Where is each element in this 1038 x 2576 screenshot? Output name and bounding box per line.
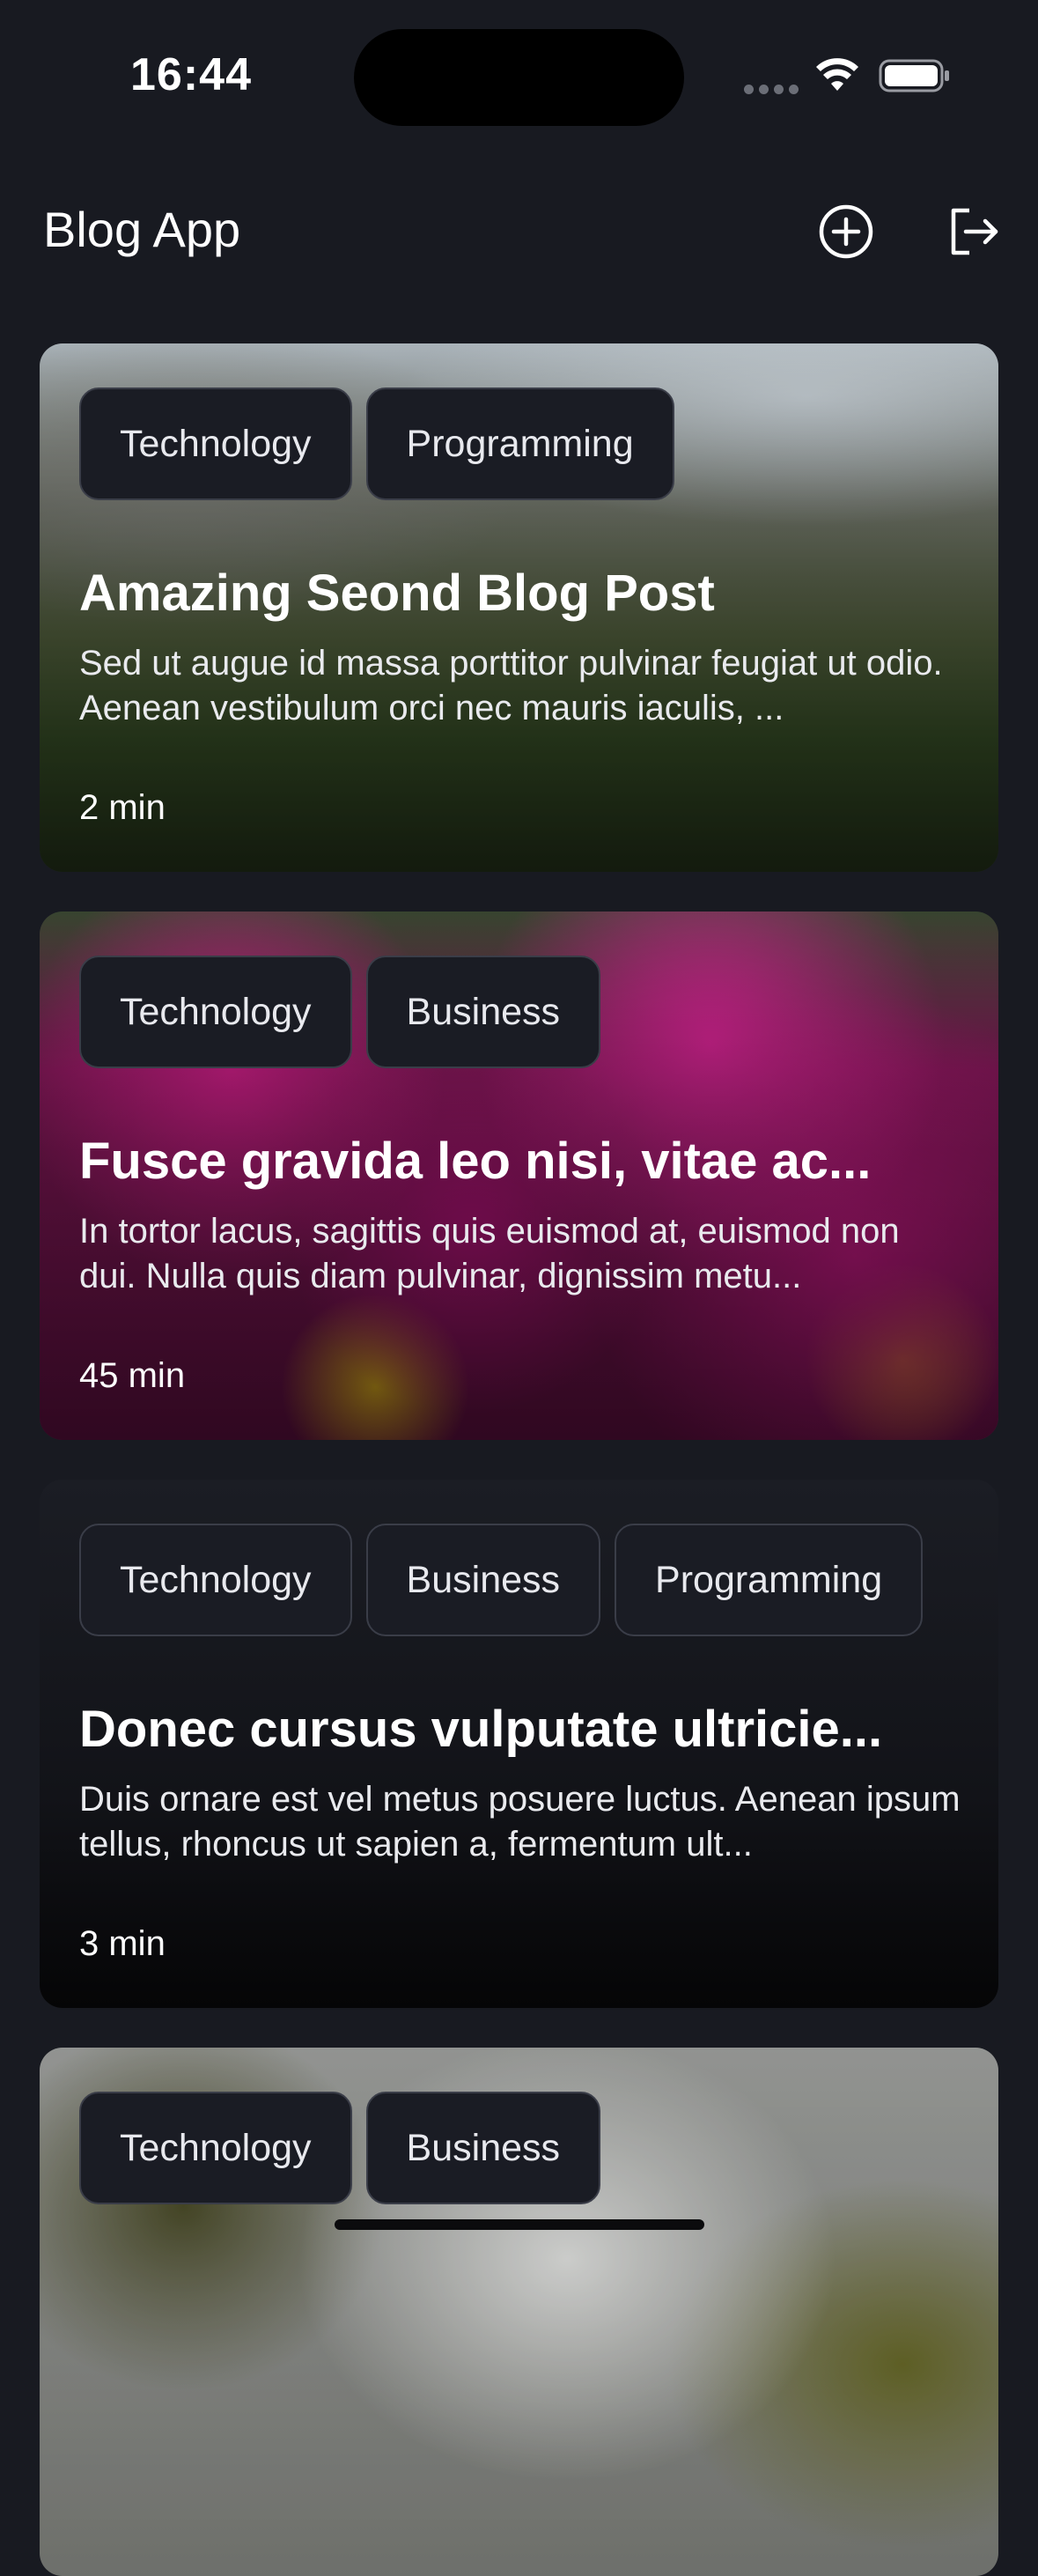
tag-chip[interactable]: Technology [79, 388, 352, 500]
blog-post-card[interactable]: Technology Programming Amazing Seond Blo… [40, 343, 998, 872]
tag-list: Technology Business Programming [79, 1524, 924, 1636]
blog-post-card[interactable]: Technology Business [40, 2048, 998, 2576]
post-title: Donec cursus vulputate ultricie... [79, 1701, 883, 1758]
dynamic-island [354, 29, 684, 126]
tag-chip[interactable]: Technology [79, 956, 352, 1068]
logout-icon [951, 208, 998, 255]
tag-chip[interactable]: Business [365, 956, 601, 1068]
wifi-icon [816, 58, 858, 91]
page-title: Blog App [43, 202, 241, 257]
tag-list: Technology Business [79, 2092, 601, 2204]
add-post-button[interactable] [815, 201, 877, 262]
cellular-signal-icon [744, 85, 799, 94]
status-bar: 16:44 [0, 0, 1038, 154]
post-excerpt: In tortor lacus, sagittis quis euismod a… [79, 1212, 900, 1295]
tag-chip[interactable]: Programming [615, 1524, 924, 1636]
add-circle-icon [819, 204, 873, 259]
blog-post-card[interactable]: Technology Business Fusce gravida leo ni… [40, 912, 998, 1440]
battery-icon [879, 59, 949, 92]
blog-post-card[interactable]: Technology Business Programming Donec cu… [40, 1480, 998, 2008]
post-excerpt: Duis ornare est vel metus posuere luctus… [79, 1780, 961, 1864]
tag-chip[interactable]: Business [365, 1524, 601, 1636]
tag-list: Technology Business [79, 956, 601, 1068]
post-title: Amazing Seond Blog Post [79, 565, 715, 622]
tag-list: Technology Programming [79, 388, 674, 500]
reading-time: 2 min [79, 788, 166, 827]
tag-chip[interactable]: Technology [79, 2092, 352, 2204]
home-indicator[interactable] [335, 2219, 704, 2230]
reading-time: 45 min [79, 1356, 186, 1395]
post-excerpt: Sed ut augue id massa porttitor pulvinar… [79, 644, 943, 727]
tag-chip[interactable]: Technology [79, 1524, 352, 1636]
tag-chip[interactable]: Programming [365, 388, 674, 500]
logout-button[interactable] [942, 201, 1004, 262]
tag-chip[interactable]: Business [365, 2092, 601, 2204]
status-time: 16:44 [130, 49, 252, 100]
post-title: Fusce gravida leo nisi, vitae ac... [79, 1133, 872, 1190]
reading-time: 3 min [79, 1924, 166, 1963]
